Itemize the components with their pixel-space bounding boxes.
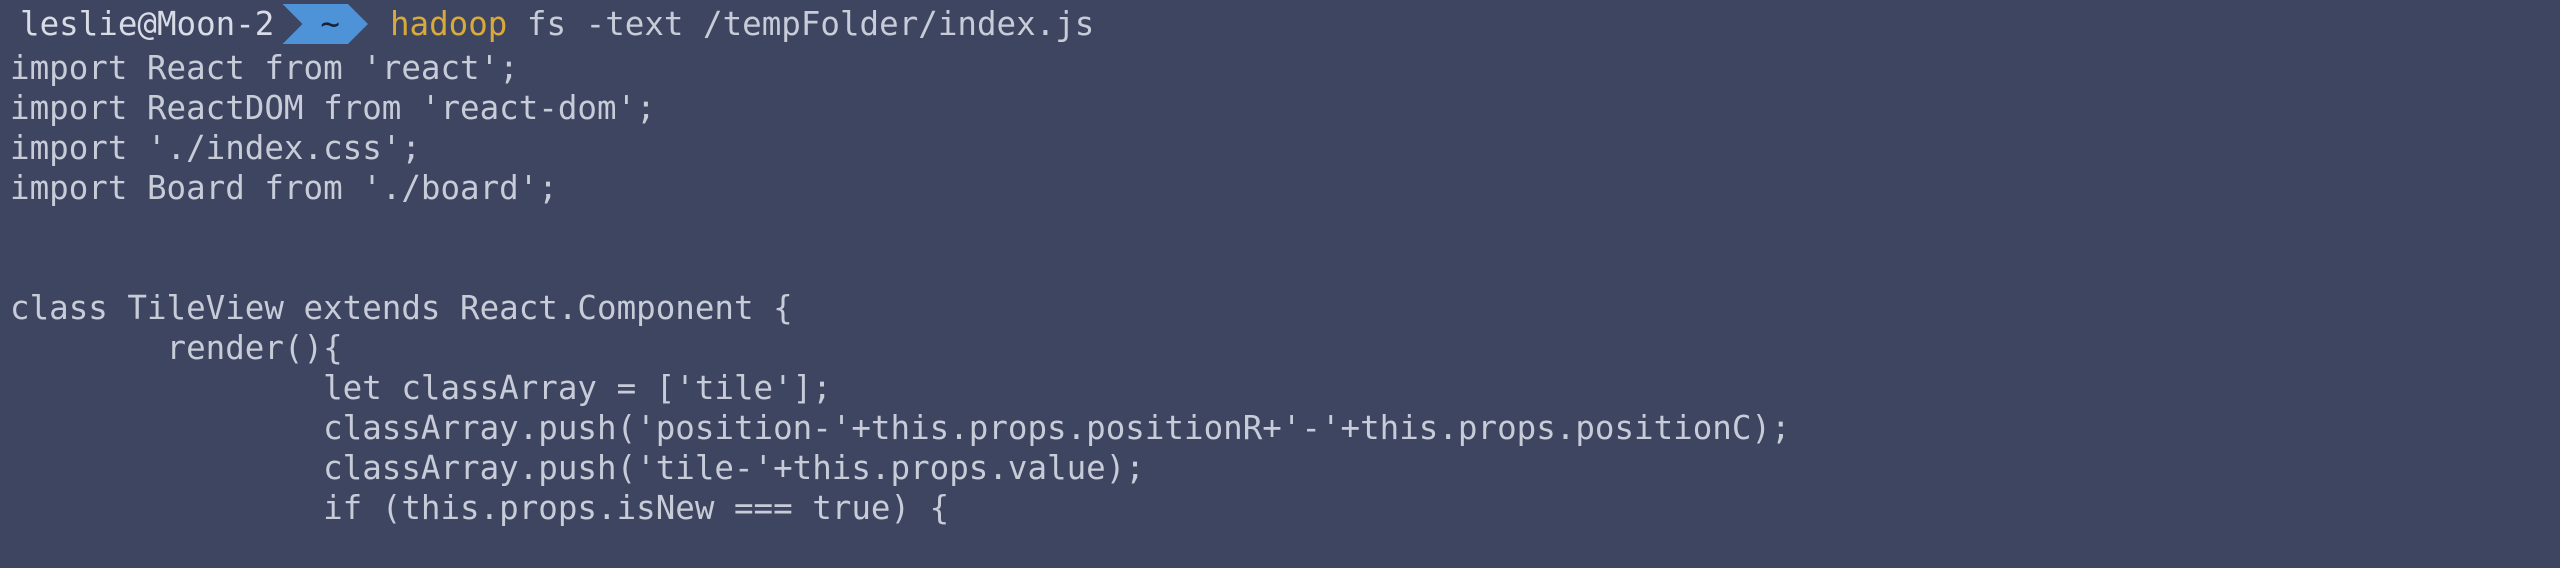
prompt-user-host: leslie@Moon-2 [20, 5, 275, 43]
output-line: class TileView extends React.Component { [10, 289, 793, 327]
command-name: hadoop [389, 5, 508, 43]
output-line: classArray.push('tile-'+this.props.value… [10, 449, 1145, 487]
output-line: import './index.css'; [10, 129, 421, 167]
blank-lines [10, 208, 2560, 288]
output-line: import ReactDOM from 'react-dom'; [10, 89, 656, 127]
command-arguments: fs -text /tempFolder/index.js [507, 5, 1095, 43]
command-output: import React from 'react'; import ReactD… [10, 48, 2560, 528]
output-line: import React from 'react'; [10, 49, 519, 87]
shell-prompt: leslie@Moon-2 ~ hadoop fs -text /tempFol… [10, 0, 2560, 48]
output-line: classArray.push('position-'+this.props.p… [10, 409, 1791, 447]
terminal-window[interactable]: leslie@Moon-2 ~ hadoop fs -text /tempFol… [0, 0, 2560, 568]
output-line: render(){ [10, 329, 343, 367]
output-line: if (this.props.isNew === true) { [10, 489, 950, 527]
output-line: let classArray = ['tile']; [10, 369, 832, 407]
prompt-path-segment: ~ [282, 4, 368, 44]
output-line: import Board from './board'; [10, 169, 558, 207]
